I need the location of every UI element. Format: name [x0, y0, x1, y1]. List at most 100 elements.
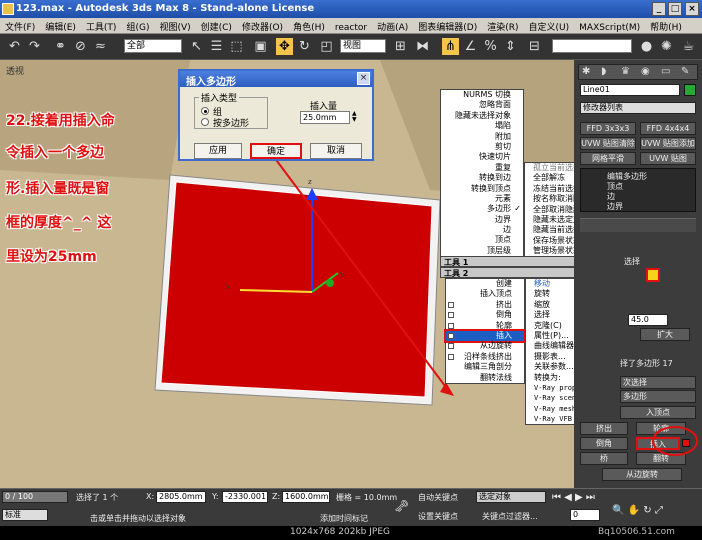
menu-customize[interactable]: 自定义(U) [524, 18, 575, 33]
material-editor-icon[interactable]: ● [638, 38, 655, 55]
select-by-name-icon[interactable]: ☰ [208, 38, 225, 55]
gizmo-x-label: x [226, 283, 230, 291]
link-icon[interactable]: ⚭ [52, 38, 69, 55]
radio-by-polygon[interactable] [201, 118, 209, 126]
rotate-icon[interactable]: ↻ [296, 38, 313, 55]
menu-item-collapse[interactable]: 塌陷 [441, 121, 523, 131]
viewport-nav-controls[interactable]: 🔍 ✋ ↻ ⤢ [612, 505, 663, 516]
key-icon[interactable]: 🗝 [394, 499, 409, 513]
menu-character[interactable]: 角色(H) [288, 18, 330, 33]
menu-item-attach[interactable]: 附加 [441, 132, 523, 142]
radio-group[interactable] [201, 107, 209, 115]
undo-icon[interactable]: ↶ [6, 38, 23, 55]
menu-rendering[interactable]: 渲染(R) [482, 18, 523, 33]
add-time-tag-button[interactable]: 添加时间标记 [320, 513, 368, 524]
settings-box-icon[interactable] [448, 301, 454, 308]
angle-snap-icon[interactable]: ∠ [462, 38, 479, 55]
selection-filter-select[interactable]: 全部 [124, 39, 182, 53]
spinner-snap-icon[interactable]: ⇕ [502, 38, 519, 55]
menu-item-top-level[interactable]: 顶层级 [441, 246, 523, 256]
menu-modifiers[interactable]: 修改器(O) [237, 18, 288, 33]
settings-box-icon[interactable] [448, 312, 454, 319]
current-frame-field[interactable]: 0 [570, 509, 600, 521]
menu-group[interactable]: 组(G) [121, 18, 154, 33]
z-coordinate-field[interactable]: 1600.0mm [282, 491, 330, 503]
menu-help[interactable]: 帮助(H) [645, 18, 687, 33]
menu-item-outline[interactable]: 轮廓 [446, 321, 524, 331]
annotation-line-2: 令插入一个多边 [6, 145, 104, 161]
named-selection-select[interactable] [552, 39, 632, 53]
menu-item-element[interactable]: 元素 [441, 194, 523, 204]
align-icon[interactable]: ⊟ [526, 38, 543, 55]
unlink-icon[interactable]: ⊘ [72, 38, 89, 55]
menu-animation[interactable]: 动画(A) [372, 18, 413, 33]
mirror-icon[interactable]: ⧓ [414, 38, 431, 55]
menu-item-create[interactable]: 创建 [446, 279, 524, 289]
select-icon[interactable]: ↖ [188, 38, 205, 55]
region-icon[interactable]: ⬚ [228, 38, 245, 55]
move-icon[interactable]: ✥ [276, 38, 293, 55]
menu-item-ignore-backface[interactable]: 忽略背面 [441, 100, 523, 110]
menu-item-nurms-toggle[interactable]: NURMS 切换 [441, 90, 523, 100]
key-filters-button[interactable]: 关键点过滤器... [482, 511, 538, 522]
menu-item-insert-vertex[interactable]: 插入顶点 [446, 289, 524, 299]
window-crossing-icon[interactable]: ▣ [252, 38, 269, 55]
menu-file[interactable]: 文件(F) [0, 18, 40, 33]
menu-maxscript[interactable]: MAXScript(M) [574, 21, 645, 33]
menu-reactor[interactable]: reactor [330, 21, 372, 33]
auto-key-label[interactable]: 自动关键点 [418, 492, 458, 503]
ok-button[interactable]: 确定 [250, 143, 302, 159]
key-mode-select[interactable]: 选定对象 [476, 491, 546, 503]
menu-item-polygon[interactable]: 多边形 ✓ [441, 204, 523, 214]
menu-item-edge[interactable]: 边 [441, 225, 523, 235]
settings-box-icon[interactable] [448, 332, 454, 339]
reference-coord-select[interactable]: 视图 [340, 39, 386, 53]
settings-box-icon[interactable] [448, 343, 454, 350]
percent-snap-icon[interactable]: % [482, 38, 499, 55]
menu-item-convert-to-edge[interactable]: 转换到边 [441, 173, 523, 183]
snap-icon[interactable]: ⋔ [442, 38, 459, 55]
set-key-label[interactable]: 设置关键点 [418, 511, 458, 522]
maximize-button[interactable]: □ [668, 2, 682, 16]
scale-icon[interactable]: ◰ [318, 38, 335, 55]
standard-select[interactable]: 标准 [2, 509, 48, 521]
bind-icon[interactable]: ≈ [92, 38, 109, 55]
x-coordinate-field[interactable]: 2805.0mm [156, 491, 206, 503]
menu-graph-editors[interactable]: 图表编辑器(D) [413, 18, 482, 33]
menu-item-hinge-from-edge[interactable]: 从边旋转 [446, 341, 524, 351]
menu-item-vertex[interactable]: 顶点 [441, 235, 523, 245]
playback-controls[interactable]: ⏮ ◀ ▶ ⏭ [552, 492, 595, 503]
viewport-label[interactable]: 透视 [6, 64, 24, 77]
dialog-close-button[interactable]: × [357, 72, 370, 85]
settings-box-icon[interactable] [448, 322, 454, 329]
inset-amount-spinner[interactable]: ▲ ▼ [352, 111, 358, 124]
menu-edit[interactable]: 编辑(E) [40, 18, 81, 33]
menu-item-bevel[interactable]: 倒角 [446, 310, 524, 320]
menu-item-repeat[interactable]: 重复 [441, 163, 523, 173]
settings-box-icon[interactable] [448, 353, 454, 360]
menu-item-border[interactable]: 边界 [441, 215, 523, 225]
redo-icon[interactable]: ↷ [26, 38, 43, 55]
y-coordinate-field[interactable]: -2330.001 [222, 491, 268, 503]
menu-item-inset[interactable]: 插入 [444, 328, 526, 344]
apply-button[interactable]: 应用 [194, 143, 242, 159]
menu-item-cut[interactable]: 剪切 [441, 142, 523, 152]
pivot-icon[interactable]: ⊞ [392, 38, 409, 55]
menu-item-edit-triangulation[interactable]: 编辑三角剖分 [446, 362, 524, 372]
minimize-button[interactable]: _ [652, 2, 666, 16]
inset-amount-input[interactable]: 25.0mm [300, 111, 350, 124]
render-setup-icon[interactable]: ✺ [658, 38, 675, 55]
menu-item-flip-normals[interactable]: 翻转法线 [446, 373, 524, 383]
menu-item-hide-unselected[interactable]: 隐藏未选择对象 [441, 111, 523, 121]
menu-item-convert-to-vertex[interactable]: 转换到顶点 [441, 184, 523, 194]
menu-tools[interactable]: 工具(T) [81, 18, 122, 33]
menu-item-quickslice[interactable]: 快速切片 [441, 152, 523, 162]
menu-create[interactable]: 创建(C) [196, 18, 237, 33]
menu-item-extrude-along-spline[interactable]: 沿样条线挤出 [446, 352, 524, 362]
menu-views[interactable]: 视图(V) [154, 18, 195, 33]
render-icon[interactable]: ☕ [680, 38, 697, 55]
time-slider[interactable]: 0 / 100 [2, 491, 68, 503]
menu-item-extrude[interactable]: 挤出 [446, 300, 524, 310]
close-button[interactable]: × [685, 2, 699, 16]
cancel-button[interactable]: 取消 [310, 143, 362, 159]
